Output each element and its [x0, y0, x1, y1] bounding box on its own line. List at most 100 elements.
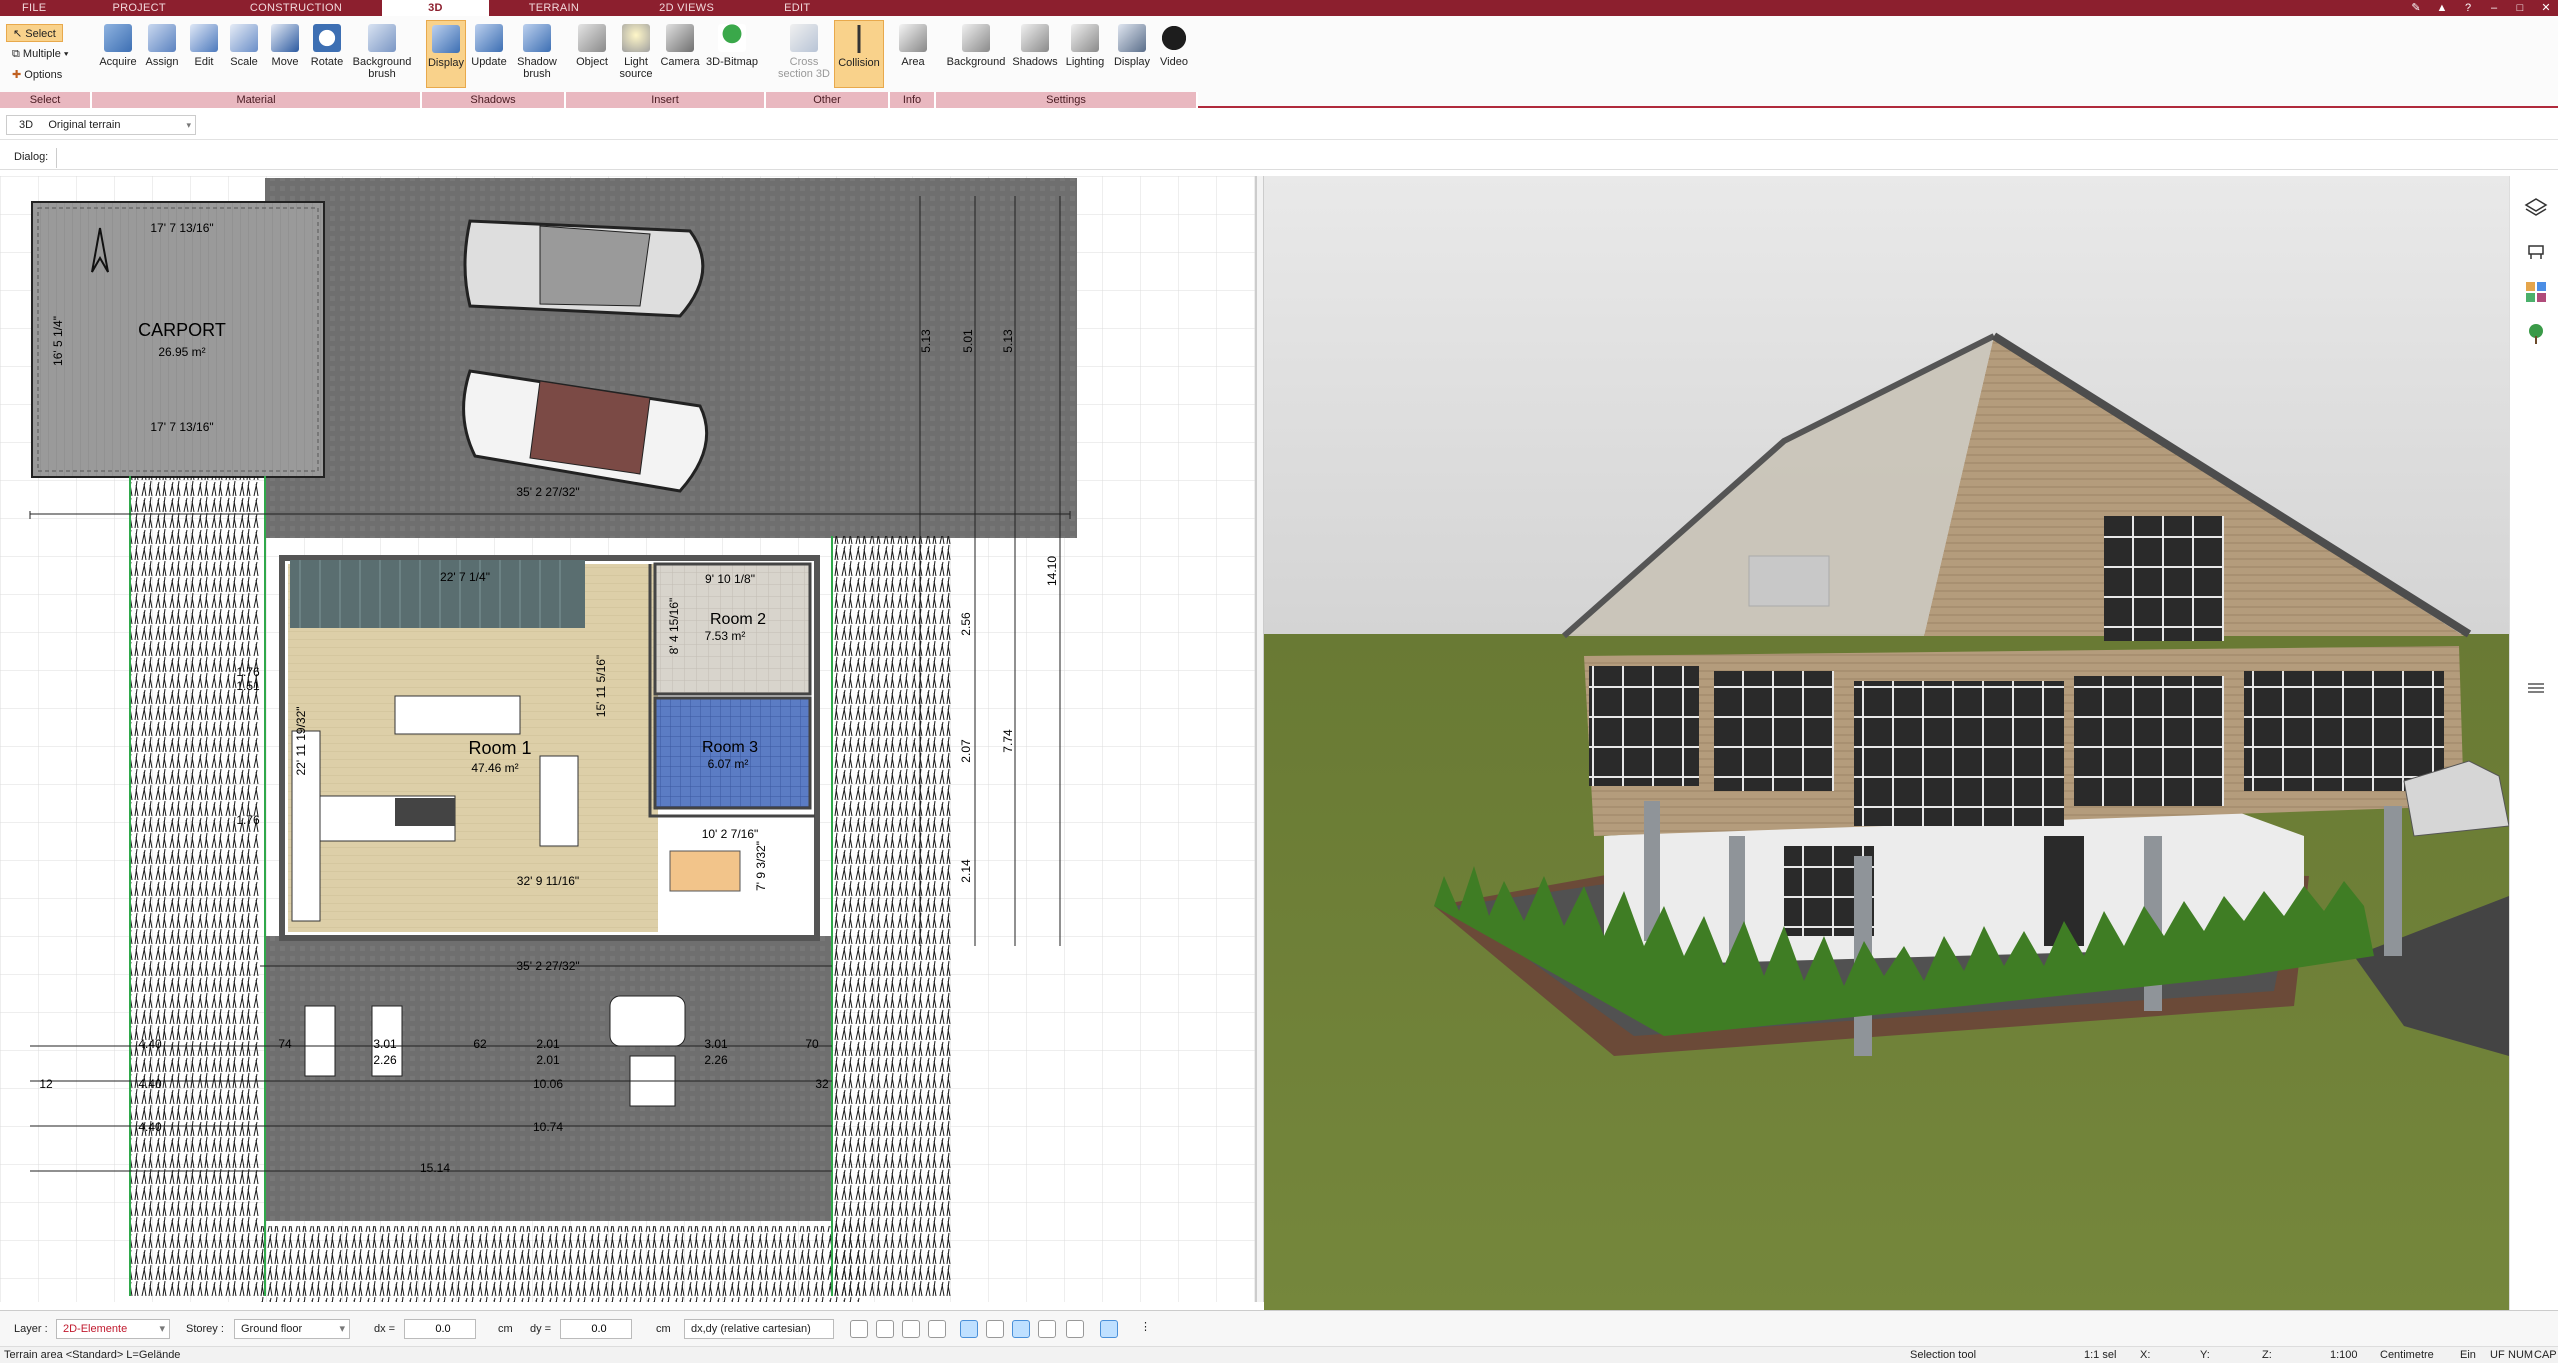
shadow-update-button[interactable]: Update [468, 20, 510, 88]
options-button[interactable]: ✚ Options [6, 66, 68, 84]
shadow-brush-icon [523, 24, 551, 52]
storey-select[interactable]: Ground floor ▾ [234, 1319, 350, 1339]
clock-icon[interactable] [850, 1320, 868, 1338]
dy-input[interactable] [560, 1319, 632, 1339]
dimension-label: 1.51 [236, 679, 260, 693]
camera-button[interactable]: Camera [658, 20, 702, 88]
shadow-display-button[interactable]: Display [426, 20, 466, 88]
maximize-icon[interactable]: □ [2514, 2, 2526, 14]
ribbon: ↖ Select ⧉ Multiple ▾ ✚ Options Select A… [0, 16, 2558, 108]
display-settings-button[interactable]: Display [1110, 20, 1154, 88]
dimension-label: 2.56 [959, 612, 973, 636]
object-button[interactable]: Object [570, 20, 614, 88]
ortho-icon[interactable] [986, 1320, 1004, 1338]
3d-bitmap-button[interactable]: 3D-Bitmap [702, 20, 762, 88]
angle-icon[interactable] [960, 1320, 978, 1338]
more-icon[interactable]: ⋮ [1140, 1320, 1158, 1338]
dy-unit: cm [656, 1323, 671, 1335]
camera-icon [666, 24, 694, 52]
dimension-label: 70 [805, 1037, 819, 1051]
move-button[interactable]: Move [264, 20, 306, 88]
background-brush-button[interactable]: Background brush [348, 20, 416, 88]
carport-area: 26.95 m² [158, 345, 205, 359]
group-label: Material [92, 92, 422, 108]
dining-table [669, 850, 741, 892]
grid-icon[interactable] [1066, 1320, 1084, 1338]
lock-icon[interactable]: ▲ [2436, 2, 2448, 14]
multiple-button[interactable]: ⧉ Multiple ▾ [6, 45, 75, 63]
tools-icon[interactable]: ✎ [2410, 2, 2422, 14]
tab-edit[interactable]: EDIT [754, 0, 840, 16]
assign-button[interactable]: Assign [140, 20, 184, 88]
select-button[interactable]: ↖ Select [6, 24, 63, 42]
tab-construction[interactable]: CONSTRUCTION [210, 0, 382, 16]
tab-project[interactable]: PROJECT [68, 0, 209, 16]
dimension-label: 2.26 [373, 1053, 397, 1067]
close-icon[interactable]: ✕ [2540, 2, 2552, 14]
shadows-button[interactable]: Shadows [1010, 20, 1060, 88]
floor-plan-view[interactable]: CARPORT 26.95 m² 17' 7 13/16" 17' 7 13/1… [0, 176, 1256, 1302]
upper-window [2244, 671, 2444, 791]
video-button[interactable]: Video [1154, 20, 1194, 88]
dimension-label: 5.01 [961, 329, 975, 353]
group-label: Insert [566, 92, 766, 108]
area-button[interactable]: Area [892, 20, 934, 88]
room3-label: Room 3 [702, 739, 758, 756]
tab-2d-views[interactable]: 2D VIEWS [619, 0, 754, 16]
group-insert: Object Light source Camera 3D-Bitmap Ins… [566, 16, 766, 108]
snap-point-icon[interactable] [928, 1320, 946, 1338]
minimize-icon[interactable]: – [2488, 2, 2500, 14]
furniture-icon[interactable] [2524, 238, 2548, 262]
dimension-label: 22' 11 19/32" [294, 706, 308, 775]
dimension-label: 15.14 [420, 1161, 450, 1175]
dimension-label: 35' 2 27/32" [516, 959, 579, 973]
upper-window [1854, 681, 2064, 826]
play-icon [1160, 24, 1188, 52]
multiple-icon: ⧉ [12, 48, 23, 60]
dialog-bar: Dialog: [0, 146, 2558, 170]
divider [56, 148, 57, 168]
group-info: Area Info [890, 16, 936, 108]
lighting-button[interactable]: Lighting [1062, 20, 1108, 88]
edit-button[interactable]: Edit [184, 20, 224, 88]
dimension-label: 7' 9 3/32" [754, 841, 768, 891]
north-icon[interactable] [1100, 1320, 1118, 1338]
rotate-button[interactable]: Rotate [306, 20, 348, 88]
3d-view[interactable] [1264, 176, 2509, 1310]
coordinate-mode-select[interactable]: dx,dy (relative cartesian) [684, 1319, 834, 1339]
group-select: ↖ Select ⧉ Multiple ▾ ✚ Options Select [0, 16, 92, 108]
dimension-label: 32' 9 11/16" [517, 874, 579, 888]
layer-select[interactable]: 2D-Elemente ▾ [56, 1319, 170, 1339]
view-splitter[interactable] [1256, 176, 1264, 1302]
shadow-brush-button[interactable]: Shadow brush [512, 20, 562, 88]
bottom-status-bar: Terrain area <Standard> L=Gelände Select… [0, 1346, 2558, 1363]
tab-file[interactable]: FILE [0, 0, 68, 16]
light-source-button[interactable]: Light source [614, 20, 658, 88]
materials-icon[interactable] [2524, 280, 2548, 304]
group-label: Info [890, 92, 936, 108]
carport-label: CARPORT [138, 320, 226, 340]
acquire-button[interactable]: Acquire [96, 20, 140, 88]
layers-icon[interactable] [2524, 196, 2548, 220]
panel-handle-icon[interactable] [2524, 676, 2548, 700]
tree-icon[interactable] [2524, 322, 2548, 346]
raster-icon[interactable] [1038, 1320, 1056, 1338]
tab-terrain[interactable]: TERRAIN [489, 0, 619, 16]
scale-button[interactable]: Scale [224, 20, 264, 88]
snap-edge-icon[interactable] [902, 1320, 920, 1338]
tab-3d[interactable]: 3D [382, 0, 489, 16]
collision-button[interactable]: Collision [834, 20, 884, 88]
dimension-label: 32 [815, 1077, 829, 1091]
assign-icon [148, 24, 176, 52]
status-toolbar: Layer : 2D-Elemente ▾ Storey : Ground flo… [0, 1310, 2558, 1346]
pointer-icon: ↖ [13, 28, 26, 40]
dx-input[interactable] [404, 1319, 476, 1339]
cross-section-icon [790, 24, 818, 52]
help-icon[interactable]: ? [2462, 2, 2474, 14]
view-selector[interactable]: 3D Original terrain ▾ [6, 115, 196, 135]
snap-icon[interactable] [876, 1320, 894, 1338]
grid-snap-icon[interactable] [1012, 1320, 1030, 1338]
cross-section-3d-button[interactable]: Cross section 3D [776, 20, 832, 88]
background-button[interactable]: Background [944, 20, 1008, 88]
kitchen-island [394, 695, 521, 735]
